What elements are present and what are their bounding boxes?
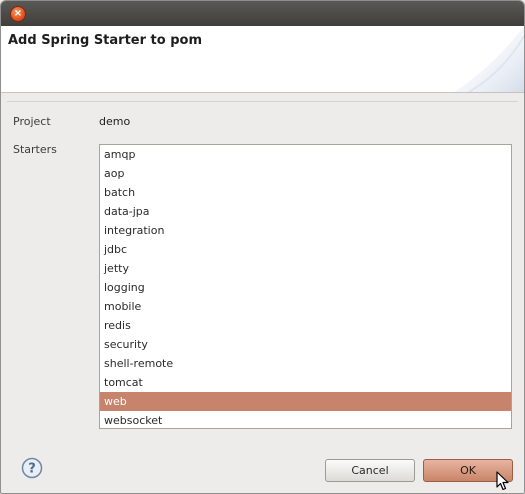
starters-list[interactable]: amqp aop batch data-jpa integration jdbc jetty… <box>99 144 512 429</box>
dialog-header: Add Spring Starter to pom <box>1 26 524 93</box>
starters-label: Starters <box>13 143 57 156</box>
starter-item[interactable]: redis <box>100 316 511 335</box>
starter-item[interactable]: mobile <box>100 297 511 316</box>
svg-text:?: ? <box>28 462 36 477</box>
close-icon[interactable]: × <box>10 6 26 22</box>
starter-item[interactable]: web <box>100 392 511 411</box>
starter-item[interactable]: shell-remote <box>100 354 511 373</box>
dialog-title: Add Spring Starter to pom <box>8 33 203 48</box>
starter-item[interactable]: jdbc <box>100 240 511 259</box>
add-starter-dialog: × Add Spring Starter to pom Project demo… <box>0 0 525 494</box>
header-decoration <box>454 26 524 92</box>
starter-item[interactable]: amqp <box>100 145 511 164</box>
project-label: Project <box>13 115 51 128</box>
help-icon[interactable]: ? <box>21 457 43 479</box>
project-value: demo <box>99 115 131 128</box>
starter-item[interactable]: integration <box>100 221 511 240</box>
starter-item[interactable]: jetty <box>100 259 511 278</box>
mouse-cursor-icon <box>496 471 509 491</box>
starter-item[interactable]: logging <box>100 278 511 297</box>
header-separator <box>7 101 518 102</box>
cancel-button[interactable]: Cancel <box>325 459 415 482</box>
starter-item[interactable]: aop <box>100 164 511 183</box>
starter-item[interactable]: batch <box>100 183 511 202</box>
starter-item[interactable]: websocket <box>100 411 511 428</box>
title-bar: × <box>1 1 524 26</box>
starter-item[interactable]: tomcat <box>100 373 511 392</box>
starter-item[interactable]: data-jpa <box>100 202 511 221</box>
starter-item[interactable]: security <box>100 335 511 354</box>
